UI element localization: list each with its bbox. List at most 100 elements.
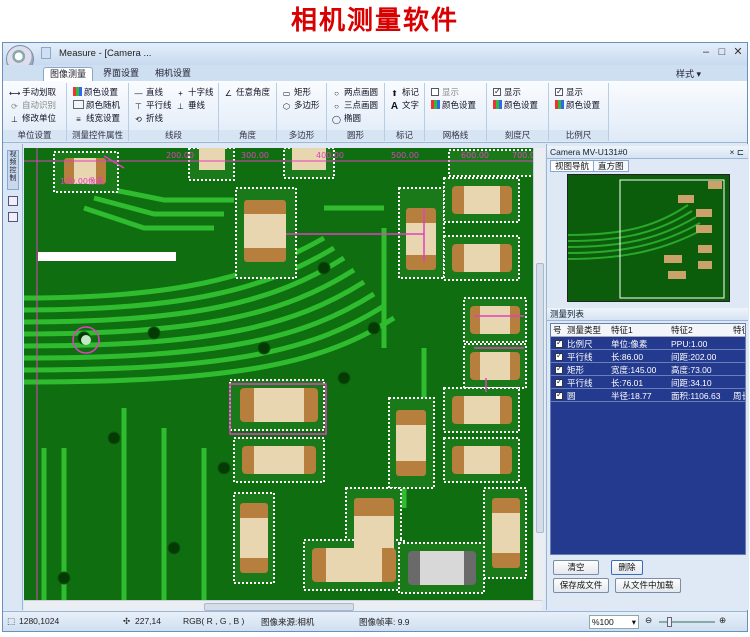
group-ctrl: 颜色设置 颜色随机 ≡ 线宽设置 测量控件属性 — [67, 83, 129, 141]
row-type: 平行线 — [567, 378, 593, 388]
scale-show-label: 显示 — [566, 87, 584, 97]
zoom-out-icon[interactable]: ⊖ — [645, 615, 652, 626]
line-icon: — — [134, 89, 143, 98]
image-view[interactable]: 100.00像素 200.00 300.00 400.00 500.00 600… — [24, 148, 542, 600]
group-grid: 显示 颜色设置 网格线 — [425, 83, 487, 141]
view-navigator-thumbnail[interactable] — [567, 174, 730, 302]
mark-button[interactable]: ⬆ 标记 — [389, 86, 419, 98]
tab-camera-settings[interactable]: 相机设置 — [149, 67, 197, 81]
grid-show-label: 显示 — [442, 87, 460, 97]
row-feature2: 间距:34.10 — [671, 378, 712, 388]
title-bar: Measure - [Camera ... – □ ✕ — [3, 43, 747, 73]
image-hscroll-thumb[interactable] — [204, 603, 354, 611]
status-resolution: 1280,1024 — [19, 616, 60, 626]
group-unit: ⟷ 手动划取 ⟳ 自动识别 ⊥ 修改单位 单位设置 — [3, 83, 67, 141]
style-menu[interactable]: 样式 ▾ — [676, 67, 701, 80]
mark-label: 标记 — [402, 87, 420, 97]
table-row[interactable]: 平行线 长:86.00 间距:202.00 — [551, 351, 745, 363]
grid-checkbox-box — [431, 88, 439, 96]
row-feature2: 高度:73.00 — [671, 365, 712, 375]
crosshair-button[interactable]: + 十字线 — [175, 86, 213, 98]
row-checkbox[interactable] — [555, 338, 563, 348]
maximize-button[interactable]: □ — [715, 46, 729, 60]
ruler-show-checkbox[interactable]: 显示 — [493, 86, 521, 98]
table-header: 号 测量类型 特征1 特征2 特征 — [551, 324, 745, 337]
row-type: 矩形 — [567, 365, 585, 375]
text-label: 文字 — [402, 100, 420, 110]
rectangle-button[interactable]: ▭ 矩形 — [281, 86, 311, 98]
perpendicular-button[interactable]: ⊥ 垂线 — [175, 99, 205, 111]
text-button[interactable]: A 文字 — [389, 99, 420, 112]
color-random-button[interactable]: 颜色随机 — [73, 99, 120, 111]
table-row[interactable]: 矩形 宽度:145.00 高度:73.00 — [551, 364, 745, 376]
delete-button[interactable]: 删除 — [611, 560, 643, 575]
save-to-file-button[interactable]: 保存成文件 — [553, 578, 609, 593]
panel-icon[interactable] — [8, 196, 18, 206]
group-poly: ▭ 矩形 ⬡ 多边形 多边形 — [277, 83, 327, 141]
tab-ui-settings[interactable]: 界面设置 — [97, 67, 145, 81]
minimize-button[interactable]: – — [699, 46, 713, 60]
manual-draw-label: 手动划取 — [22, 87, 57, 97]
random-icon — [73, 100, 84, 109]
tab-view-navigator[interactable]: 视图导航 — [550, 160, 595, 172]
left-side-bar: 视频控制 — [3, 144, 23, 610]
auto-detect-button[interactable]: ⟳ 自动识别 — [9, 99, 56, 111]
ruler-color-button[interactable]: 颜色设置 — [493, 99, 538, 111]
row-feature2: 面积:1106.63 — [671, 391, 721, 401]
rectangle-icon: ▭ — [282, 89, 291, 98]
polyline-button[interactable]: ⟲ 折线 — [133, 112, 163, 124]
image-vscroll-thumb[interactable] — [536, 263, 544, 533]
ellipse-button[interactable]: ◯ 椭圆 — [331, 112, 361, 124]
load-from-file-button[interactable]: 从文件中加载 — [615, 578, 681, 593]
clear-button[interactable]: 清空 — [553, 560, 599, 575]
grid-color-button[interactable]: 颜色设置 — [431, 99, 476, 111]
tab-histogram[interactable]: 直方图 — [593, 160, 629, 172]
image-vertical-scrollbar[interactable] — [533, 148, 545, 600]
close-button[interactable]: ✕ — [731, 46, 745, 60]
line-button[interactable]: — 直线 — [133, 86, 164, 98]
two-point-circle-button[interactable]: ○ 两点画圆 — [331, 86, 378, 98]
polygon-button[interactable]: ⬡ 多边形 — [281, 99, 320, 111]
table-row[interactable]: 圆 半径:18.77 面积:1106.63 周长 — [551, 390, 745, 402]
line-label: 直线 — [146, 87, 164, 97]
zoom-in-icon[interactable]: ⊕ — [719, 615, 726, 626]
measure-table: 号 测量类型 特征1 特征2 特征 比例尺单位:像素PPU:1.00 平行线长:… — [550, 323, 746, 555]
row-type: 平行线 — [567, 352, 593, 362]
polyline-icon: ⟲ — [135, 115, 142, 124]
video-control-tab[interactable]: 视频控制 — [7, 150, 19, 190]
zoom-select[interactable]: %100 ▾ — [589, 615, 639, 629]
table-row[interactable]: 平行线 长:76.01 间距:34.10 — [551, 377, 745, 389]
quick-access-icon[interactable] — [41, 47, 51, 59]
status-rgb: RGB( R , G , B ) — [183, 616, 245, 626]
color-setting-button[interactable]: 颜色设置 — [73, 86, 118, 98]
zoom-slider-thumb[interactable] — [667, 617, 672, 627]
ellipse-label: 椭圆 — [344, 113, 362, 123]
ruler-show-label: 显示 — [504, 87, 522, 97]
linewidth-icon: ≡ — [76, 115, 81, 124]
modify-unit-button[interactable]: ⊥ 修改单位 — [9, 112, 56, 124]
parallel-button[interactable]: ⊤ 平行线 — [133, 99, 172, 111]
scale-show-checkbox[interactable]: 显示 — [555, 86, 583, 98]
three-point-circle-button[interactable]: ○ 三点画圆 — [331, 99, 378, 111]
circle3-icon: ○ — [334, 102, 339, 111]
palette-icon — [555, 100, 564, 109]
panel2-icon[interactable] — [8, 212, 18, 222]
ruler-tick-label: 500.00 — [391, 151, 419, 160]
line-width-button[interactable]: ≡ 线宽设置 — [73, 112, 120, 124]
scale-color-button[interactable]: 颜色设置 — [555, 99, 600, 111]
row-checkbox[interactable] — [555, 351, 563, 361]
pin-icon[interactable]: × ⊏ — [730, 146, 744, 159]
group-mark: ⬆ 标记 A 文字 标记 — [385, 83, 425, 141]
row-checkbox[interactable] — [555, 390, 563, 400]
tab-image-measure[interactable]: 图像测量 — [43, 67, 94, 81]
row-checkbox[interactable] — [555, 364, 563, 374]
polygon-label: 多边形 — [294, 100, 320, 110]
any-angle-button[interactable]: ∠ 任意角度 — [223, 86, 270, 98]
line-width-label: 线宽设置 — [86, 113, 121, 123]
grid-show-checkbox[interactable]: 显示 — [431, 86, 459, 98]
row-checkbox[interactable] — [555, 377, 563, 387]
table-row[interactable]: 比例尺 单位:像素 PPU:1.00 — [551, 338, 745, 350]
group-poly-label: 多边形 — [277, 130, 326, 141]
col-feature3: 特征 — [733, 325, 745, 335]
manual-draw-button[interactable]: ⟷ 手动划取 — [9, 86, 56, 98]
